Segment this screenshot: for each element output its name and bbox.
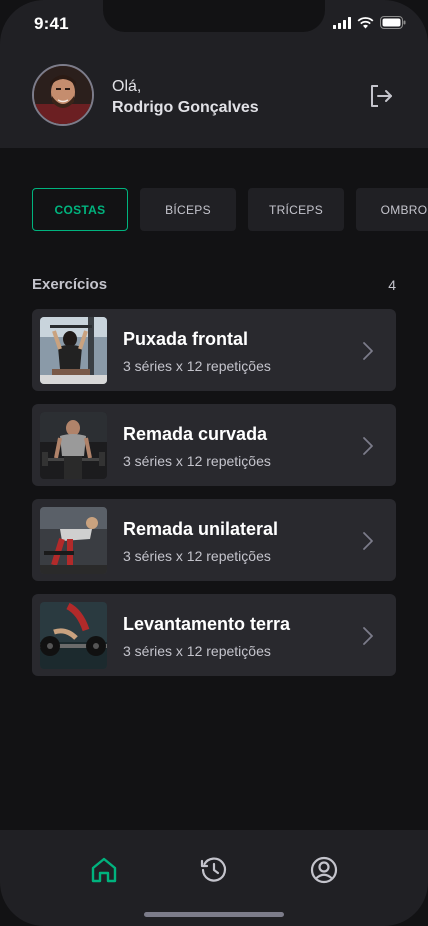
- tab-biceps[interactable]: BÍCEPS: [140, 188, 236, 231]
- exercise-list: Puxada frontal 3 séries x 12 repetições: [32, 309, 396, 689]
- signal-icon: [333, 16, 351, 29]
- home-indicator: [144, 912, 284, 917]
- profile-icon[interactable]: [308, 854, 340, 886]
- section-title: Exercícios: [32, 276, 108, 293]
- tab-ombro[interactable]: OMBRO: [356, 188, 428, 231]
- wifi-icon: [357, 16, 374, 28]
- exercise-name: Levantamento terra: [123, 614, 291, 634]
- muscle-group-tabs: COSTAS BÍCEPS TRÍCEPS OMBRO: [32, 188, 428, 231]
- status-icons: [333, 16, 406, 29]
- exercise-thumbnail: [40, 602, 107, 669]
- chevron-right-icon: [363, 532, 373, 550]
- chevron-right-icon: [363, 627, 373, 645]
- exercise-name: Remada unilateral: [123, 519, 279, 539]
- tab-triceps[interactable]: TRÍCEPS: [248, 188, 344, 231]
- exercise-details: 3 séries x 12 repetições: [123, 548, 271, 564]
- exercise-card[interactable]: Remada curvada 3 séries x 12 repetições: [32, 404, 396, 486]
- exercise-card[interactable]: Remada unilateral 3 séries x 12 repetiçõ…: [32, 499, 396, 581]
- chevron-right-icon: [363, 342, 373, 360]
- exercise-name: Puxada frontal: [123, 329, 249, 349]
- exercise-details: 3 séries x 12 repetições: [123, 643, 271, 659]
- exercise-thumbnail: [40, 412, 107, 479]
- history-icon[interactable]: [198, 854, 230, 886]
- exercise-thumbnail: [40, 317, 107, 384]
- greeting-text: Olá,: [112, 78, 142, 95]
- exercise-thumbnail: [40, 507, 107, 574]
- home-icon[interactable]: [88, 854, 120, 886]
- app-screen: 9:41 Olá, Rodrigo Gonçalves COSTAS BÍCEP…: [0, 0, 428, 926]
- tab-costas[interactable]: COSTAS: [32, 188, 128, 231]
- user-name: Rodrigo Gonçalves: [112, 99, 259, 116]
- exercise-card[interactable]: Levantamento terra 3 séries x 12 repetiç…: [32, 594, 396, 676]
- avatar-photo: [34, 66, 92, 124]
- device-notch: [103, 0, 325, 32]
- header: 9:41 Olá, Rodrigo Gonçalves: [0, 0, 428, 148]
- chevron-right-icon: [363, 437, 373, 455]
- battery-icon: [380, 16, 406, 29]
- logout-icon[interactable]: [368, 83, 394, 109]
- exercise-details: 3 séries x 12 repetições: [123, 358, 271, 374]
- exercise-name: Remada curvada: [123, 424, 268, 444]
- avatar[interactable]: [32, 64, 94, 126]
- status-time: 9:41: [34, 14, 69, 33]
- exercise-card[interactable]: Puxada frontal 3 séries x 12 repetições: [32, 309, 396, 391]
- exercise-count: 4: [388, 277, 396, 293]
- exercise-details: 3 séries x 12 repetições: [123, 453, 271, 469]
